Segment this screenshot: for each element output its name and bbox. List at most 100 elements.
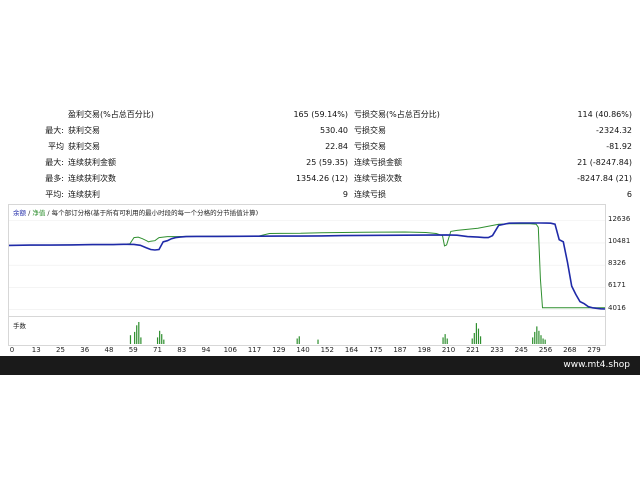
x-tick-label: 48 [104, 346, 114, 354]
stats-label-left: 获利交易 [68, 126, 100, 135]
x-tick-label: 245 [514, 346, 528, 354]
y-tick-label: 12636 [608, 214, 631, 223]
y-axis-labels: 12636 10481 8326 6171 4016 [606, 204, 640, 344]
stats-value-left: 530.40 [320, 126, 348, 135]
x-tick-label: 175 [369, 346, 383, 354]
y-tick-label: 6171 [608, 281, 626, 290]
stats-prefix: 最大: [45, 158, 64, 167]
y-tick-label: 10481 [608, 236, 631, 245]
x-tick-label: 83 [177, 346, 187, 354]
stats-value-right: -8247.84 (21) [577, 174, 632, 183]
x-tick-label: 94 [201, 346, 211, 354]
x-tick-label: 187 [393, 346, 407, 354]
stats-prefix: 平均 [48, 142, 64, 151]
lots-bar [298, 336, 300, 344]
lots-plot-area [129, 322, 546, 344]
lots-bar [136, 325, 138, 344]
watermark-text: www.mt4.shop [563, 360, 630, 370]
lots-bar [161, 334, 163, 344]
stats-label-right: 亏损交易 [354, 142, 386, 151]
x-tick-label: 59 [128, 346, 138, 354]
lots-bar [159, 330, 161, 344]
x-tick-label: 152 [320, 346, 334, 354]
x-tick-label: 129 [272, 346, 286, 354]
stats-value-left: 165 (59.14%) [293, 110, 348, 119]
stats-label-left: 连续获利金额 [68, 158, 116, 167]
stats-value-right: 114 (40.86%) [577, 110, 632, 119]
x-tick-label: 140 [296, 346, 310, 354]
stats-row: 平均 获利交易 22.84 亏损交易 -81.92 [0, 139, 640, 155]
stats-table: 盈利交易(%占总百分比) 165 (59.14%) 亏损交易(%占总百分比) 1… [0, 105, 640, 203]
stats-label-right: 连续亏损 [354, 190, 386, 199]
stats-value-left: 25 (59.35) [306, 158, 348, 167]
x-tick-label: 256 [538, 346, 553, 354]
lots-bar [540, 335, 542, 344]
x-tick-label: 13 [31, 346, 41, 354]
legend-description: / 每个部订分格(基于所有可利用的最小时段的每一个分格的分节插值计算) [45, 209, 259, 217]
lots-bar [536, 326, 538, 344]
lots-bar [129, 335, 132, 344]
stats-value-right: -2324.32 [596, 126, 632, 135]
stats-row: 最多: 连续获利次数 1354.26 (12) 连续亏损次数 -8247.84 … [0, 171, 640, 187]
stats-label-left: 连续获利次数 [68, 174, 116, 183]
lots-label: 手数 [13, 322, 26, 330]
stats-label-right: 亏损交易(%占总百分比) [354, 110, 440, 119]
lots-bar [473, 333, 475, 344]
stats-label-right: 亏损交易 [354, 126, 386, 135]
stats-value-left: 9 [342, 190, 348, 199]
stats-row: 平均: 连续获利 9 连续亏损 6 [0, 187, 640, 203]
lots-bar [138, 322, 140, 344]
x-tick-label: 198 [417, 346, 431, 354]
chart-plot-area [9, 220, 605, 310]
lots-bar [156, 337, 159, 344]
stats-label-left: 盈利交易(%占总百分比) [68, 110, 154, 119]
x-tick-label: 279 [587, 346, 601, 354]
stats-row: 盈利交易(%占总百分比) 165 (59.14%) 亏损交易(%占总百分比) 1… [0, 107, 640, 123]
x-tick-label: 268 [563, 346, 577, 354]
stats-prefix: 最多: [45, 174, 64, 183]
lots-bar [442, 337, 444, 344]
lots-bar [140, 337, 142, 344]
stats-prefix: 最大: [45, 126, 64, 135]
chart-legend: 余额 / 净值 / 每个部订分格(基于所有可利用的最小时段的每一个分格的分节插值… [13, 207, 258, 217]
stats-label-right: 连续亏损次数 [354, 174, 402, 183]
x-tick-label: 106 [223, 346, 237, 354]
y-tick-label: 4016 [608, 303, 626, 312]
legend-equity: 净值 [32, 209, 46, 217]
x-tick-label: 71 [153, 346, 162, 354]
blank-bottom-area [0, 375, 640, 480]
stats-value-left: 22.84 [325, 142, 348, 151]
x-tick-label: 36 [80, 346, 90, 354]
lots-bar [477, 328, 480, 344]
balance-line [9, 222, 605, 310]
x-tick-label: 164 [344, 346, 359, 354]
lots-bar [534, 331, 536, 344]
y-tick-label: 8326 [608, 259, 626, 268]
stats-label-left: 连续获利 [68, 190, 100, 199]
blank-top-area [0, 0, 640, 105]
stats-row: 最大: 连续获利金额 25 (59.35) 连续亏损金额 21 (-8247.8… [0, 155, 640, 171]
stats-value-right: 21 (-8247.84) [577, 158, 632, 167]
lots-bar [479, 336, 482, 344]
legend-balance: 余额 [13, 209, 26, 217]
balance-equity-chart: 余额 / 净值 / 每个部订分格(基于所有可利用的最小时段的每一个分格的分节插值… [8, 204, 606, 318]
lots-bar [134, 331, 136, 344]
lots-bar [475, 323, 477, 344]
stats-prefix: 平均: [45, 190, 64, 199]
x-tick-label: 25 [56, 346, 65, 354]
stats-value-right: 6 [626, 190, 632, 199]
x-tick-label: 117 [247, 346, 262, 354]
stats-label-left: 获利交易 [68, 142, 100, 151]
lots-bar [532, 337, 534, 344]
lots-bar [538, 330, 540, 344]
stats-value-left: 1354.26 (12) [295, 174, 348, 183]
watermark-bar: www.mt4.shop [0, 356, 640, 375]
lots-bar [444, 334, 446, 344]
x-tick-label: 210 [441, 346, 456, 354]
x-tick-label: 233 [490, 346, 504, 354]
x-axis-labels: 0 13 25 36 48 59 71 83 94 106 117 129 140 152 164 175 18… [8, 344, 604, 356]
stats-value-right: -81.92 [606, 142, 632, 151]
x-tick-label: 221 [466, 346, 480, 354]
stats-label-right: 连续亏损金额 [354, 158, 402, 167]
lots-chart: 手数 [8, 316, 606, 346]
